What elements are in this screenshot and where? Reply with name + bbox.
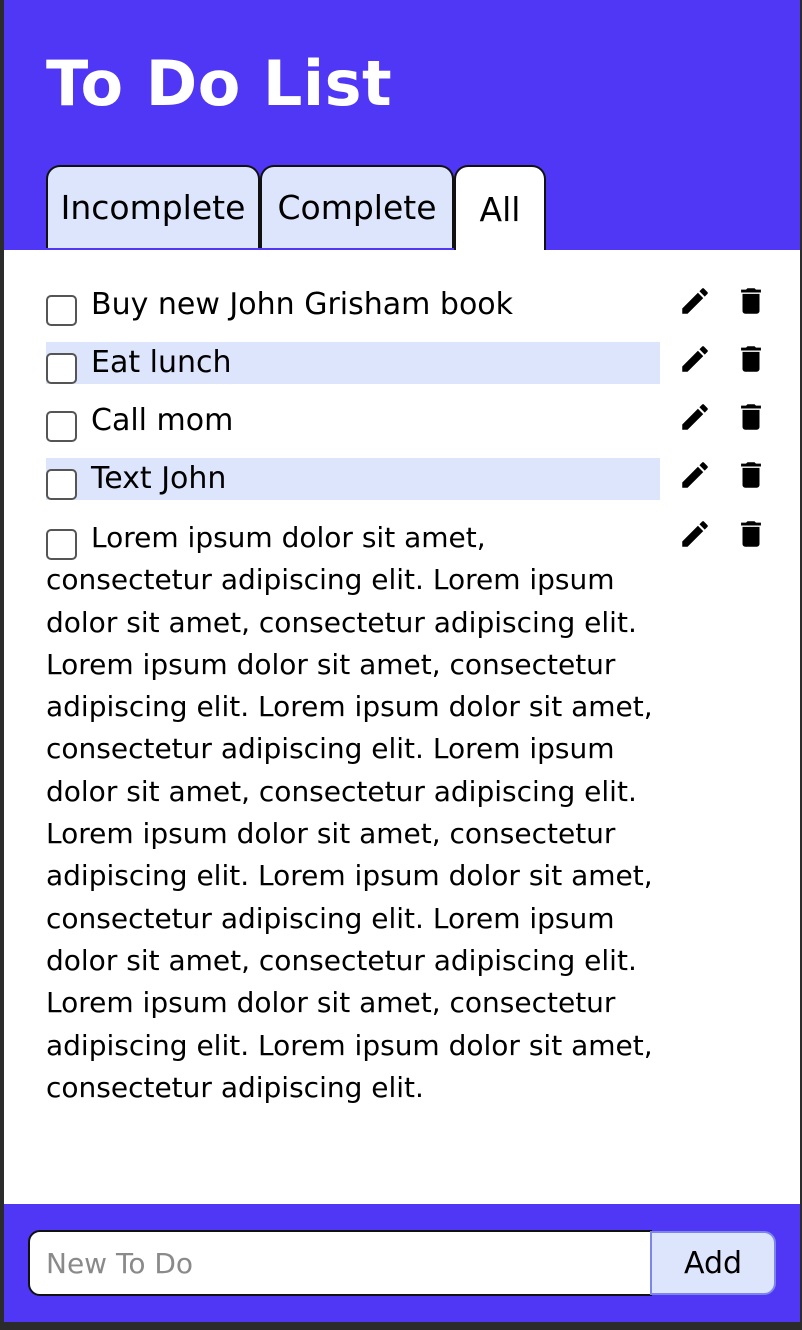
trash-icon[interactable] — [734, 342, 768, 376]
todo-actions — [678, 284, 778, 318]
new-todo-input[interactable] — [28, 1230, 652, 1296]
todo-row: Text John — [46, 458, 660, 500]
pencil-icon[interactable] — [678, 342, 712, 376]
todo-text: Eat lunch — [91, 345, 232, 380]
trash-icon[interactable] — [734, 458, 768, 492]
todo-checkbox[interactable] — [46, 295, 77, 326]
trash-icon[interactable] — [734, 400, 768, 434]
tab-incomplete[interactable]: Incomplete — [46, 165, 260, 248]
pencil-icon[interactable] — [678, 517, 712, 551]
todo-row: Call mom — [46, 400, 660, 442]
todo-text: Call mom — [91, 403, 234, 438]
list-item: Buy new John Grisham book — [46, 284, 660, 326]
todo-actions — [678, 342, 778, 376]
todo-row: Lorem ipsum dolor sit amet, consectetur … — [46, 517, 660, 1109]
todo-checkbox[interactable] — [46, 469, 77, 500]
todo-list: Buy new John Grisham book Eat lunch Call… — [4, 250, 800, 1204]
list-item: Text John — [46, 458, 660, 500]
todo-text: Buy new John Grisham book — [91, 287, 514, 322]
tab-all[interactable]: All — [454, 165, 546, 251]
todo-checkbox[interactable] — [46, 528, 77, 560]
add-button[interactable]: Add — [650, 1231, 776, 1295]
pencil-icon[interactable] — [678, 284, 712, 318]
todo-row: Eat lunch — [46, 342, 660, 384]
list-item: Call mom — [46, 400, 660, 442]
todo-checkbox[interactable] — [46, 411, 77, 442]
pencil-icon[interactable] — [678, 400, 712, 434]
todo-actions — [678, 517, 778, 551]
page-title: To Do List — [46, 47, 393, 120]
todo-actions — [678, 458, 778, 492]
trash-icon[interactable] — [734, 284, 768, 318]
trash-icon[interactable] — [734, 517, 768, 551]
todo-text: Lorem ipsum dolor sit amet, consectetur … — [46, 521, 653, 1104]
todo-row: Buy new John Grisham book — [46, 284, 660, 326]
todo-text: Text John — [91, 461, 227, 496]
list-item: Lorem ipsum dolor sit amet, consectetur … — [46, 517, 660, 1109]
list-item: Eat lunch — [46, 342, 660, 384]
todo-checkbox[interactable] — [46, 353, 77, 384]
todo-actions — [678, 400, 778, 434]
todo-app: To Do List Incomplete Complete All Buy n… — [4, 0, 800, 1322]
pencil-icon[interactable] — [678, 458, 712, 492]
tab-complete[interactable]: Complete — [260, 165, 454, 248]
